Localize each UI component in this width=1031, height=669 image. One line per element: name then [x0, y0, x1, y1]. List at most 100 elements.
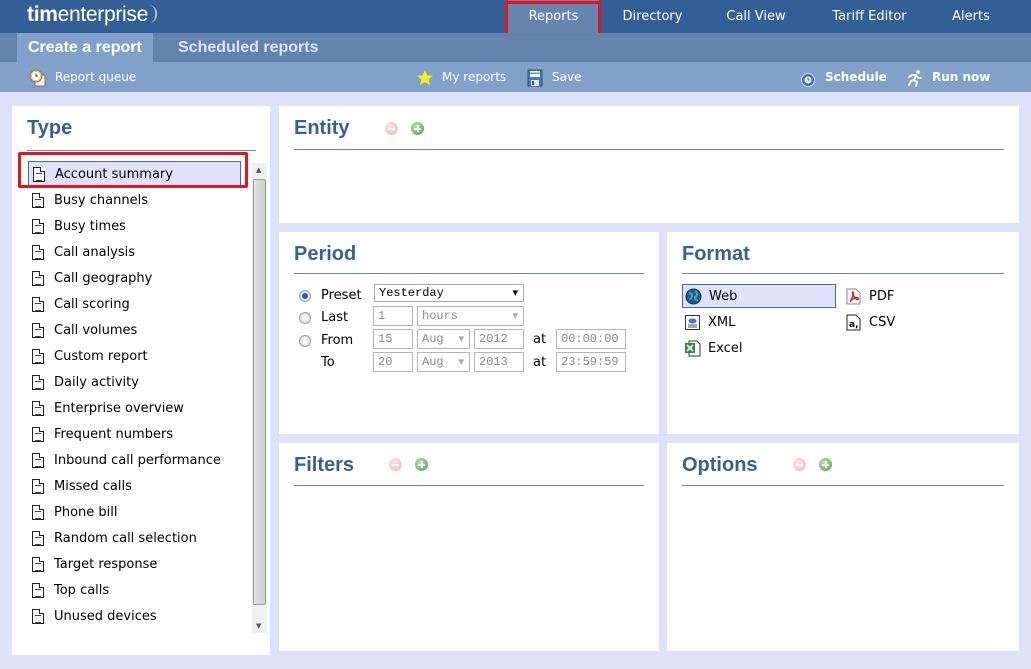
report-type-label: Unused devices	[54, 608, 157, 624]
nav-directory[interactable]: Directory	[610, 0, 695, 33]
xml-icon	[684, 314, 701, 331]
last-count-input[interactable]: 1	[373, 306, 413, 326]
format-pdf-label: PDF	[869, 288, 895, 304]
report-type-item[interactable]: Busy channels	[28, 187, 241, 213]
from-day-value: 15	[378, 332, 393, 346]
report-type-label: Call volumes	[54, 322, 138, 338]
nav-alerts[interactable]: Alerts	[940, 0, 1002, 33]
from-time-input[interactable]: 00:00:00	[556, 329, 626, 349]
period-title: Period	[294, 243, 357, 265]
last-unit-value: hours	[422, 309, 459, 323]
last-unit-select[interactable]: hours	[417, 306, 524, 326]
report-type-item[interactable]: Missed calls	[28, 473, 241, 499]
report-type-item[interactable]: Account summary	[28, 161, 241, 187]
from-option[interactable]: From	[299, 333, 353, 348]
add-entity-icon[interactable]	[411, 122, 424, 135]
report-type-item[interactable]: Call analysis	[28, 239, 241, 265]
svg-text:a,: a,	[849, 320, 859, 330]
report-type-item[interactable]: Call scoring	[28, 291, 241, 317]
preset-label: Preset	[321, 288, 362, 303]
report-type-item[interactable]: Frequent numbers	[28, 421, 241, 447]
document-icon	[32, 426, 44, 442]
document-icon	[32, 348, 44, 364]
filters-panel: Filters	[279, 443, 659, 651]
report-queue-button[interactable]: Report queue	[29, 62, 136, 92]
toolbar: Report queue My reports Save Schedule Ru…	[0, 62, 1031, 92]
from-time-value: 00:00:00	[561, 332, 619, 346]
schedule-button[interactable]: Schedule	[800, 62, 887, 92]
format-excel[interactable]: Excel	[682, 336, 742, 360]
report-queue-label: Report queue	[55, 70, 137, 84]
schedule-label: Schedule	[825, 70, 887, 84]
tab-scheduled-reports[interactable]: Scheduled reports	[167, 33, 329, 62]
my-reports-button[interactable]: My reports	[416, 62, 506, 92]
run-now-button[interactable]: Run now	[906, 62, 990, 92]
add-filter-icon[interactable]	[415, 458, 428, 471]
report-type-item[interactable]: Custom report	[28, 343, 241, 369]
excel-icon	[684, 340, 701, 357]
format-xml-label: XML	[708, 314, 736, 330]
format-web[interactable]: Web	[682, 284, 836, 308]
format-pdf[interactable]: PDF	[843, 284, 894, 308]
document-icon	[32, 218, 44, 234]
nav-call-view[interactable]: Call View	[715, 0, 797, 33]
report-type-item[interactable]: Daily activity	[28, 369, 241, 395]
run-now-label: Run now	[932, 70, 991, 84]
scroll-up-icon[interactable]: ▲	[256, 166, 261, 174]
from-radio[interactable]	[299, 334, 311, 347]
report-type-item[interactable]: Call volumes	[28, 317, 241, 343]
preset-option[interactable]: Preset	[299, 288, 362, 303]
format-csv-label: CSV	[869, 314, 896, 330]
to-day-input[interactable]: 20	[373, 352, 413, 372]
remove-filter-icon[interactable]	[389, 458, 402, 471]
divider	[294, 273, 644, 274]
report-type-label: Random call selection	[54, 530, 197, 546]
save-label: Save	[552, 70, 582, 84]
divider	[27, 150, 256, 151]
type-list-scrollbar[interactable]: ▲ ▼	[252, 163, 267, 633]
divider	[294, 149, 1004, 150]
divider	[294, 485, 644, 486]
period-panel: Period Preset Yesterday Last 1 hours Fro…	[279, 232, 659, 434]
tab-create-report[interactable]: Create a report	[17, 33, 153, 62]
report-type-item[interactable]: Busy times	[28, 213, 241, 239]
report-type-item[interactable]: Random call selection	[28, 525, 241, 551]
report-type-item[interactable]: Phone bill	[28, 499, 241, 525]
save-button[interactable]: Save	[526, 62, 581, 92]
report-type-label: Inbound call performance	[54, 452, 221, 468]
remove-entity-icon[interactable]	[385, 122, 398, 135]
from-year-input[interactable]: 2012	[474, 329, 524, 349]
format-xml[interactable]: XML	[682, 310, 735, 334]
to-label: To	[321, 355, 335, 370]
preset-select[interactable]: Yesterday	[374, 284, 524, 302]
csv-icon: a,	[845, 314, 862, 331]
document-icon	[32, 296, 44, 312]
report-type-label: Busy times	[54, 218, 126, 234]
scrollbar-thumb[interactable]	[253, 179, 266, 605]
report-type-item[interactable]: Target response	[28, 551, 241, 577]
to-year-input[interactable]: 2013	[474, 352, 524, 372]
to-month-select[interactable]: Aug	[417, 352, 470, 372]
entity-panel: Entity	[279, 106, 1019, 223]
format-csv[interactable]: a, CSV	[843, 310, 895, 334]
nav-reports[interactable]: Reports	[508, 0, 599, 33]
to-time-input[interactable]: 23:59:59	[556, 352, 626, 372]
report-type-item[interactable]: Call geography	[28, 265, 241, 291]
top-navigation-bar: timenterprise Reports Directory Call Vie…	[0, 0, 1031, 33]
last-radio[interactable]	[299, 311, 311, 324]
report-type-item[interactable]: Enterprise overview	[28, 395, 241, 421]
scroll-down-icon[interactable]: ▼	[256, 622, 261, 630]
preset-radio[interactable]	[299, 289, 311, 302]
format-web-label: Web	[709, 288, 738, 304]
from-month-select[interactable]: Aug	[417, 329, 470, 349]
last-option[interactable]: Last	[299, 310, 348, 325]
nav-tariff-editor[interactable]: Tariff Editor	[817, 0, 922, 33]
report-type-item[interactable]: Unused devices	[28, 603, 241, 629]
add-option-icon[interactable]	[819, 458, 832, 471]
from-day-input[interactable]: 15	[373, 329, 413, 349]
report-type-item[interactable]: Inbound call performance	[28, 447, 241, 473]
remove-option-icon[interactable]	[793, 458, 806, 471]
to-year-value: 2013	[479, 355, 508, 369]
sub-tab-bar: Create a report Scheduled reports	[0, 33, 1031, 62]
report-type-item[interactable]: Top calls	[28, 577, 241, 603]
